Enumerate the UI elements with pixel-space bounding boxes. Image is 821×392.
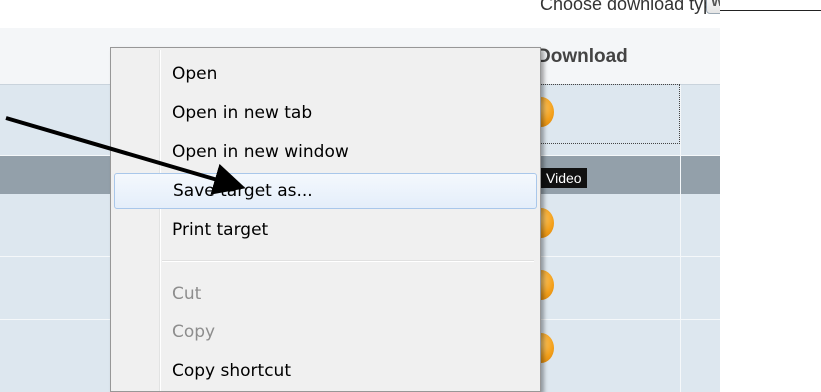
divider-line [720,10,821,11]
video-tooltip: Video [541,168,587,188]
menu-separator [162,260,534,262]
focused-download-cell[interactable] [540,84,680,144]
menu-item-copy[interactable]: Copy [114,314,537,350]
top-bar: Choose download type: Windo [0,0,720,29]
menu-item-open-new-tab[interactable]: Open in new tab [114,95,537,131]
download-type-label: Choose download type: [540,0,720,14]
menu-item-open-new-window[interactable]: Open in new window [114,134,537,170]
menu-item-cut[interactable]: Cut [114,276,537,312]
menu-item-save-target-as[interactable]: Save target as... [114,173,537,209]
menu-item-print-target[interactable]: Print target [114,212,537,248]
menu-item-open[interactable]: Open [114,56,537,92]
download-type-select[interactable]: Windo [706,0,720,14]
column-divider [680,85,681,392]
context-menu: Open Open in new tab Open in new window … [110,47,541,392]
download-column-header: Download [537,46,628,67]
menu-item-copy-shortcut[interactable]: Copy shortcut [114,353,537,389]
